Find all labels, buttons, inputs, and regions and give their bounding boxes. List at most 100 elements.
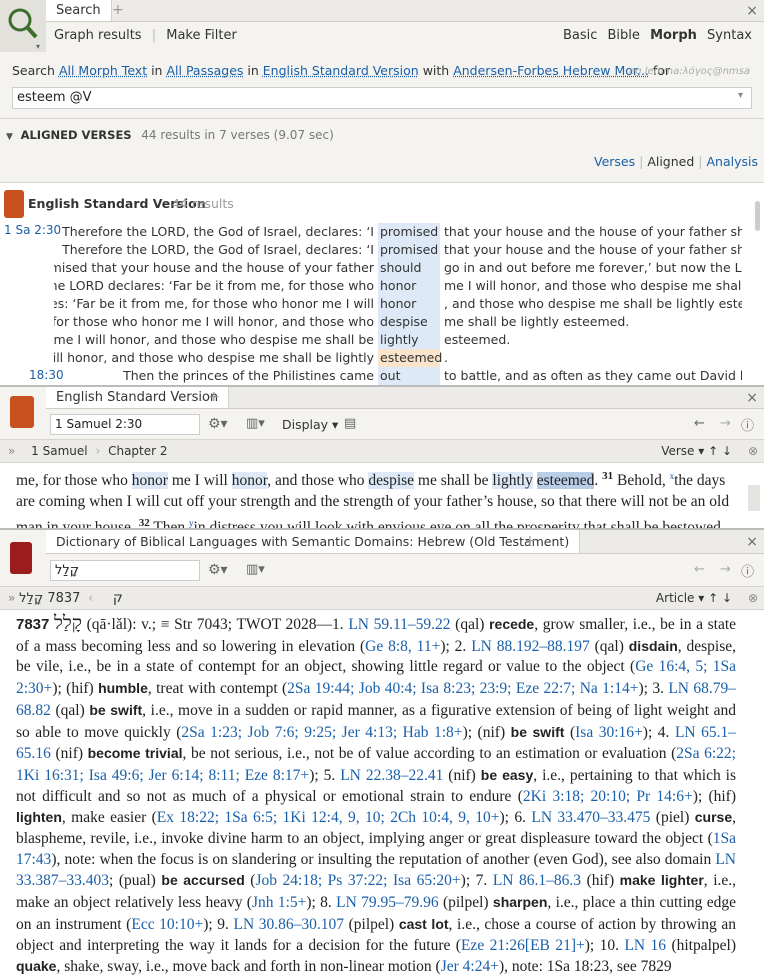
reference-link[interactable]: 2Sa 19:44; Job 40:4; Isa 8:23; 23:9; Eze… (287, 680, 638, 697)
row-left-context: e I will honor, and those who despise me… (54, 350, 374, 365)
reference-input[interactable]: 1 Samuel 2:30 (50, 414, 200, 435)
row-hit-word[interactable]: out (378, 367, 440, 385)
forward-icon[interactable]: → (720, 416, 731, 431)
close-icon[interactable]: × (746, 3, 758, 19)
reference-link[interactable]: Jer 4:24+ (441, 958, 499, 975)
close-icon[interactable]: × (746, 390, 758, 406)
reference-link[interactable]: 2Sa 1:23; Job 7:6; 9:25; Jer 4:13; Hab 1… (181, 724, 462, 741)
reference-link[interactable]: Ex 18:22; 1Sa 6:5; 1Ki 12:4, 9, 10; 2Ch … (157, 809, 500, 826)
row-hit-word[interactable]: should (378, 259, 440, 277)
verse-ref-1sa-2-30[interactable]: 1 Sa 2:30 (4, 223, 61, 237)
notes-icon[interactable]: ▤ (344, 416, 356, 431)
lookup-input[interactable]: קָלַל (50, 560, 200, 581)
hit-word[interactable]: honor (231, 472, 268, 490)
back-icon[interactable]: ← (694, 416, 705, 431)
row-left-context: me, for those who honor me I will honor,… (54, 314, 374, 329)
reference-link[interactable]: LN 79.95–79.96 (336, 894, 439, 911)
add-tab-icon[interactable]: + (112, 2, 124, 18)
reference-link[interactable]: LN 33.470–33.475 (531, 809, 650, 826)
tab-esv[interactable]: English Standard Version (46, 387, 230, 408)
display-menu[interactable]: Display ▾ (282, 417, 338, 432)
scrollbar[interactable] (755, 201, 760, 231)
row-hit-word[interactable]: lightly (378, 331, 440, 349)
morphology-selector[interactable]: Andersen-Forbes Hebrew Mor... (453, 63, 649, 78)
search-mode-tabs: Basic Bible Morph Syntax (557, 28, 752, 43)
entry-text: (qal) (50, 701, 90, 719)
passages-selector[interactable]: All Passages (166, 63, 243, 78)
tab-search[interactable]: Search (46, 0, 112, 21)
entry-text: ); 10. (584, 936, 625, 954)
verse-number[interactable]: 32 (139, 517, 150, 528)
row-hit-word[interactable]: promised (378, 241, 440, 259)
collapse-icon[interactable]: ▼ (6, 132, 13, 142)
esv-book-icon[interactable] (10, 396, 34, 428)
hit-word[interactable]: honor (131, 472, 168, 490)
article-mode-menu[interactable]: Article ▾ ↑ ↓ (656, 587, 732, 609)
reference-link[interactable]: LN 30.86–30.107 (234, 916, 345, 933)
reference-link[interactable]: Ecc 10:10+ (131, 916, 203, 933)
tab-dictionary[interactable]: Dictionary of Biblical Languages with Se… (46, 530, 581, 553)
mode-syntax[interactable]: Syntax (707, 28, 752, 43)
breadcrumb-entry[interactable]: 7837 קָלַל (19, 591, 80, 606)
visual-filter-icon[interactable]: ⚙▾ (208, 562, 228, 578)
reference-link[interactable]: Eze 21:26[EB 21]+ (461, 937, 585, 954)
row-hit-word[interactable]: esteemed (378, 349, 442, 367)
mode-morph[interactable]: Morph (650, 28, 697, 43)
close-icon[interactable]: ⊗ (748, 440, 758, 462)
forward-icon[interactable]: → (720, 562, 731, 577)
hit-word[interactable]: lightly (492, 472, 533, 490)
scrollbar[interactable] (748, 485, 760, 511)
reference-link[interactable]: LN 16 (624, 937, 666, 954)
close-icon[interactable]: × (746, 534, 758, 550)
reference-link[interactable]: LN 59.11–59.22 (348, 616, 450, 633)
mode-bible[interactable]: Bible (608, 28, 640, 43)
breadcrumb-book[interactable]: 1 Samuel (31, 444, 87, 458)
reference-link[interactable]: 2Ki 3:18; 20:10; Pr 14:6+ (523, 788, 693, 805)
dictionary-book-icon[interactable] (10, 542, 32, 574)
parallel-icon[interactable]: ▥▾ (246, 416, 265, 431)
view-analysis[interactable]: Analysis (706, 154, 758, 169)
verse-number[interactable]: 31 (602, 470, 613, 482)
hit-word[interactable]: despise (368, 472, 415, 490)
back-icon[interactable]: ← (694, 562, 705, 577)
version-selector[interactable]: English Standard Version (263, 63, 419, 78)
breadcrumb-chapter[interactable]: Chapter 2 (108, 444, 167, 458)
info-icon[interactable]: ⓘ (741, 415, 754, 434)
selected-word[interactable]: esteemed (536, 472, 595, 490)
entry-body: LN 59.11–59.22 (qal) recede, grow smalle… (16, 616, 736, 975)
make-filter-link[interactable]: Make Filter (166, 28, 237, 43)
gloss: become trivial (87, 745, 183, 762)
view-verses[interactable]: Verses (594, 154, 635, 169)
gloss: lighten (16, 809, 62, 826)
view-aligned[interactable]: Aligned (647, 154, 694, 169)
aligned-header[interactable]: ▼ ALIGNED VERSES 44 results in 7 verses … (6, 128, 334, 142)
reference-link[interactable]: Job 24:18; Ps 37:22; Isa 65:20+ (255, 872, 460, 889)
reference-link[interactable]: Ge 8:8, 11+ (365, 638, 440, 655)
morph-text-selector[interactable]: All Morph Text (59, 63, 147, 78)
search-icon[interactable]: ▾ (0, 0, 46, 52)
verse-mode-menu[interactable]: Verse ▾ ↑ ↓ (661, 440, 732, 462)
text-span: Behold, (613, 472, 670, 490)
reference-link[interactable]: LN 86.1–86.3 (493, 872, 581, 889)
visual-filter-icon[interactable]: ⚙▾ (208, 416, 228, 432)
add-tab-icon[interactable]: + (524, 533, 536, 549)
search-input[interactable]: esteem @V ▾ (12, 87, 752, 109)
info-icon[interactable]: ⓘ (741, 561, 754, 580)
mode-basic[interactable]: Basic (563, 28, 597, 43)
reference-link[interactable]: Isa 30:16+ (575, 724, 643, 741)
add-tab-icon[interactable]: + (208, 389, 220, 405)
graph-results-link[interactable]: Graph results (54, 28, 142, 43)
breadcrumb-letter[interactable]: ק (113, 590, 123, 606)
reference-link[interactable]: Jnh 1:5+ (252, 894, 306, 911)
reference-link[interactable]: LN 88.192–88.197 (471, 638, 590, 655)
gloss: humble (98, 680, 148, 697)
row-hit-word[interactable]: honor (378, 295, 440, 313)
search-query-text: esteem @V (17, 90, 92, 105)
parallel-icon[interactable]: ▥▾ (246, 562, 265, 577)
row-hit-word[interactable]: despise (378, 313, 440, 331)
close-icon[interactable]: ⊗ (748, 587, 758, 609)
dropdown-icon[interactable]: ▾ (738, 90, 743, 101)
reference-link[interactable]: LN 22.38–22.41 (340, 767, 443, 784)
row-hit-word[interactable]: promised (378, 223, 440, 241)
row-hit-word[interactable]: honor (378, 277, 440, 295)
